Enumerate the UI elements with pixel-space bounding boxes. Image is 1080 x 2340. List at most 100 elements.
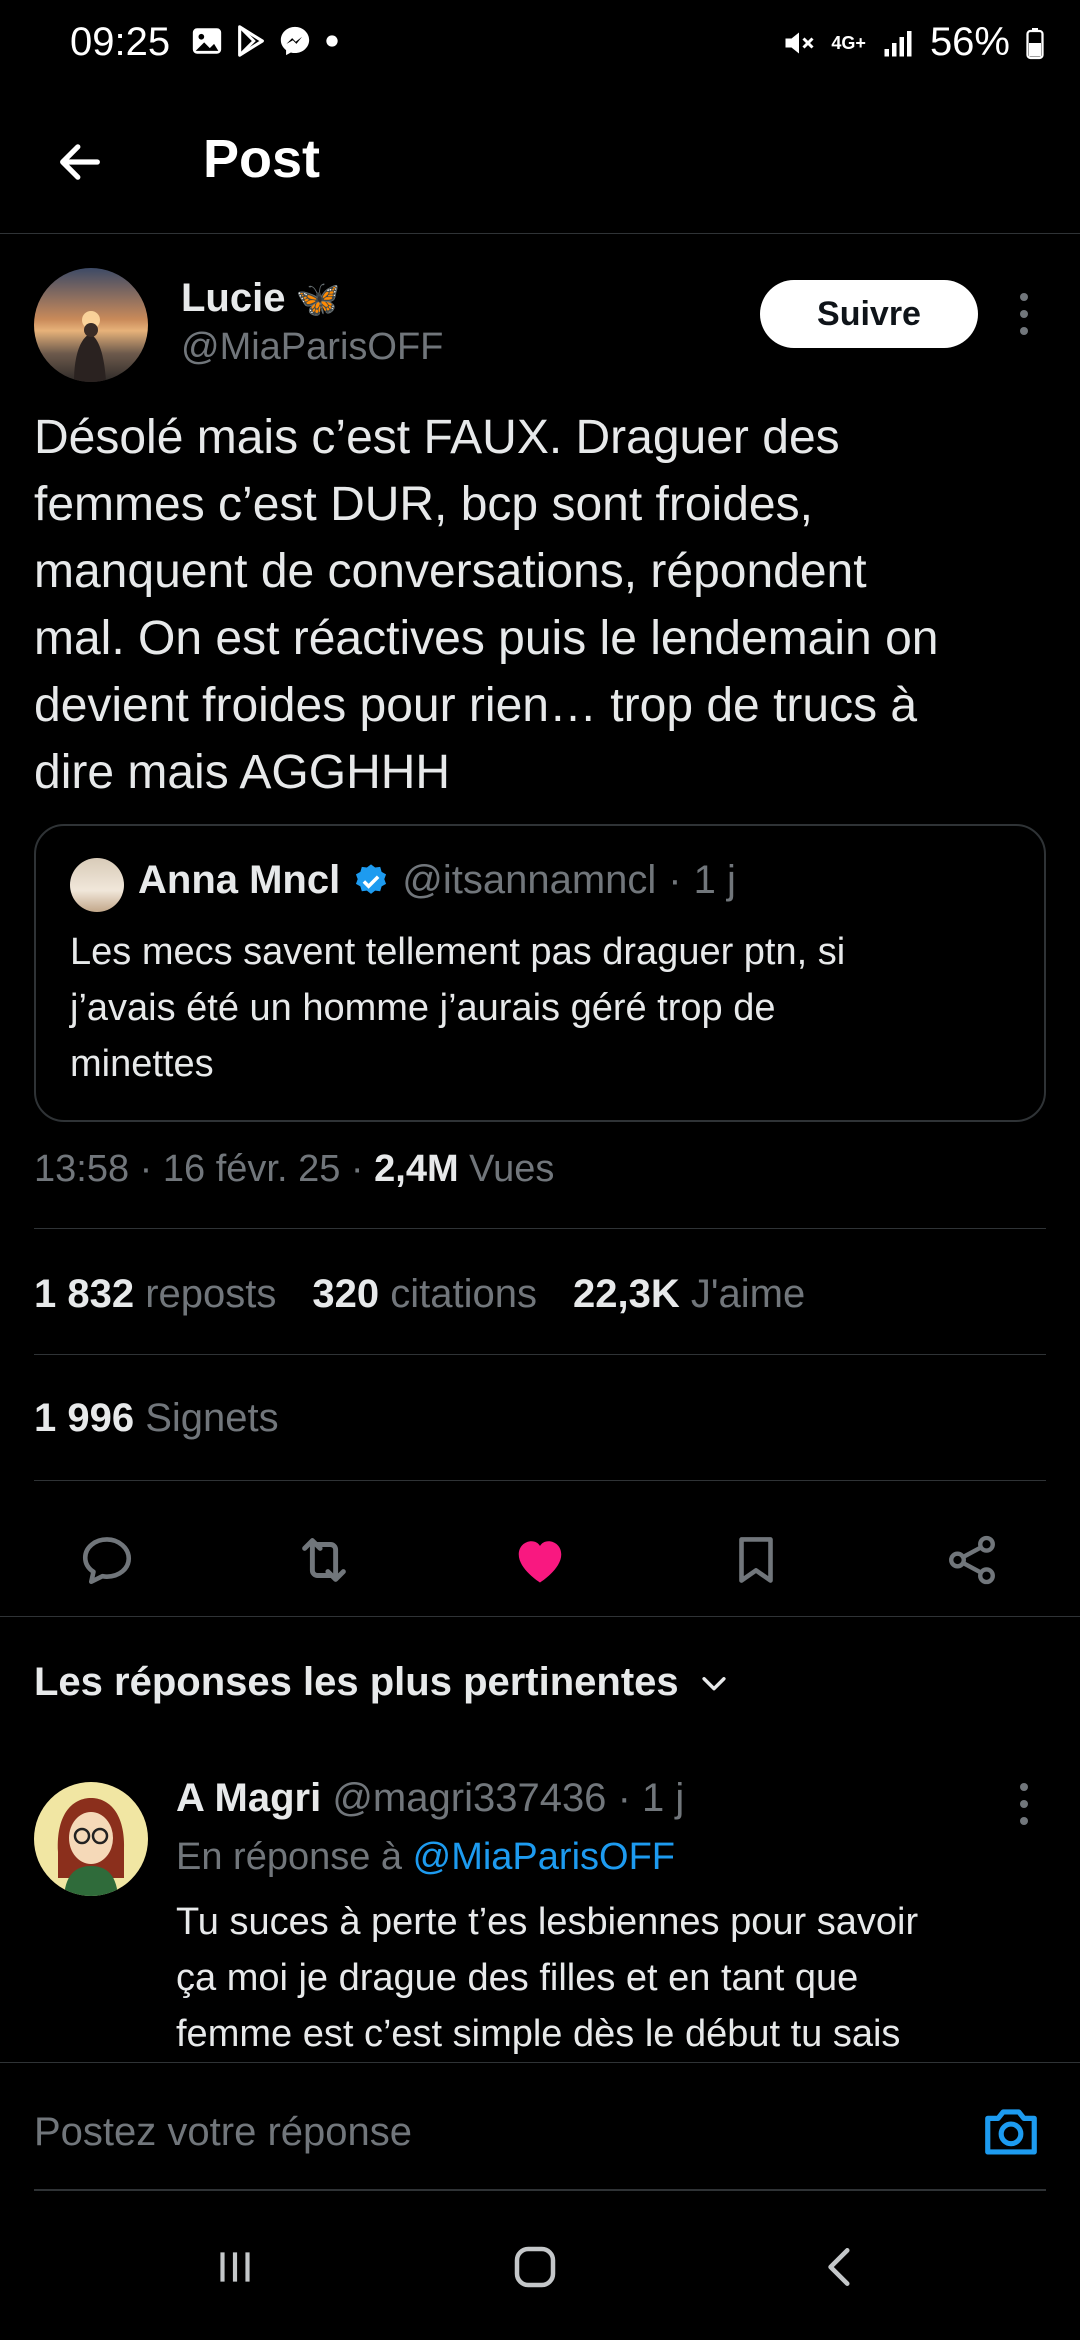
reposts-count: 1 832	[34, 1272, 135, 1316]
camera-icon	[985, 2109, 1037, 2155]
reply-header: A Magri @magri337436 · 1 j	[176, 1776, 684, 1821]
quoted-author-avatar[interactable]	[70, 858, 124, 912]
like-icon	[518, 1541, 562, 1583]
reposts-label: reposts	[145, 1272, 277, 1316]
reposts-stat[interactable]: 1 832 reposts	[34, 1272, 276, 1317]
status-bar: 09:25 4G+ 56%	[0, 0, 1080, 86]
separator: ·	[668, 858, 682, 902]
more-icon-dot	[1020, 1800, 1028, 1808]
post-text: Désolé mais c’est FAUX. Draguer des femm…	[34, 411, 939, 799]
reply-text: Tu suces à perte t’es lesbiennes pour sa…	[176, 1901, 919, 2055]
reply-to-label: En réponse à	[176, 1836, 403, 1878]
post-meta: 13:58 · 16 févr. 25 · 2,4M Vues	[34, 1148, 554, 1191]
battery-percent: 56%	[929, 20, 1010, 64]
quoted-post[interactable]: Anna Mncl @itsannamncl · 1 j Les mecs sa…	[34, 824, 1046, 1122]
repost-button[interactable]	[284, 1520, 364, 1600]
separator: ·	[350, 1148, 375, 1190]
bookmarks-count: 1 996	[34, 1396, 135, 1440]
quoted-author-name: Anna Mncl	[138, 858, 341, 902]
follow-button[interactable]: Suivre	[760, 280, 978, 348]
back-icon	[828, 2248, 850, 2286]
like-button[interactable]	[500, 1520, 580, 1600]
post-date: 16 févr. 25	[162, 1148, 341, 1190]
post-stats: 1 832 reposts 320 citations 22,3K J'aime	[34, 1272, 805, 1317]
play-store-icon	[238, 25, 264, 57]
reply-input[interactable]	[34, 2097, 934, 2167]
author-avatar[interactable]	[34, 268, 148, 382]
reply-button[interactable]	[67, 1520, 147, 1600]
home-button[interactable]	[490, 2234, 580, 2300]
likes-stat[interactable]: 22,3K J'aime	[573, 1272, 805, 1317]
quoted-post-text: Les mecs savent tellement pas draguer pt…	[70, 931, 846, 1085]
bookmark-button[interactable]	[716, 1520, 796, 1600]
verified-badge-icon	[356, 863, 387, 894]
page-title: Post	[203, 129, 321, 189]
quotes-stat[interactable]: 320 citations	[312, 1272, 537, 1317]
reply-context: En réponse à @MiaParisOFF	[176, 1836, 675, 1879]
recent-apps-button[interactable]	[190, 2234, 280, 2300]
quotes-count: 320	[312, 1272, 380, 1316]
views-count: 2,4M	[374, 1148, 459, 1190]
avatar-image	[57, 1798, 125, 1896]
more-icon-dot	[1020, 293, 1028, 301]
arrow-left-icon	[60, 144, 100, 180]
author-name[interactable]: Lucie 🦋	[181, 276, 340, 321]
reply-icon	[82, 1537, 132, 1585]
divider	[34, 1480, 1046, 1481]
reply-author-avatar[interactable]	[34, 1782, 148, 1896]
gallery-icon	[192, 28, 222, 54]
likes-count: 22,3K	[573, 1272, 680, 1316]
divider	[0, 1616, 1080, 1617]
more-icon-dot	[1020, 310, 1028, 318]
more-options-button[interactable]	[1000, 290, 1048, 338]
author-handle[interactable]: @MiaParisOFF	[181, 326, 443, 369]
more-icon-dot	[1020, 1817, 1028, 1825]
4g-plus-icon: 4G+	[831, 32, 866, 53]
quoted-author-handle: @itsannamncl	[402, 858, 657, 902]
action-bar	[0, 1500, 1080, 1620]
bookmarks-stat[interactable]: 1 996 Signets	[34, 1396, 279, 1441]
system-nav-bar	[0, 2192, 1080, 2340]
share-button[interactable]	[932, 1520, 1012, 1600]
replies-sort-selector[interactable]: Les réponses les plus pertinentes	[34, 1660, 731, 1705]
notification-icons	[190, 24, 342, 58]
top-bar: Post	[0, 86, 1080, 234]
reply-age: 1 j	[642, 1776, 685, 1820]
bookmarks-label: Signets	[145, 1396, 279, 1440]
butterfly-emoji: 🦋	[295, 277, 341, 319]
divider	[34, 1354, 1046, 1355]
author-name-text: Lucie	[181, 276, 286, 320]
post-time: 13:58	[34, 1148, 130, 1190]
bookmark-icon	[739, 1537, 773, 1583]
replies-sort-label: Les réponses les plus pertinentes	[34, 1660, 679, 1704]
separator: ·	[139, 1148, 163, 1190]
quotes-label: citations	[390, 1272, 538, 1316]
messenger-icon	[280, 26, 310, 56]
status-time: 09:25	[70, 20, 171, 64]
mute-icon	[785, 32, 814, 53]
home-icon	[514, 2246, 556, 2288]
reply-to-handle-link[interactable]: @MiaParisOFF	[413, 1836, 675, 1878]
reply-author-name[interactable]: A Magri	[176, 1776, 321, 1820]
reply-composer	[0, 2062, 1080, 2192]
back-button[interactable]	[40, 122, 120, 202]
camera-button[interactable]	[980, 2101, 1046, 2161]
signal-icon	[884, 30, 912, 56]
more-icon-dot	[1020, 1783, 1028, 1791]
quoted-post-header: Anna Mncl @itsannamncl · 1 j	[138, 858, 736, 903]
share-icon	[949, 1535, 995, 1585]
reply-more-options-button[interactable]	[1000, 1780, 1048, 1828]
chevron-down-icon	[702, 1676, 726, 1690]
dot-icon	[326, 35, 338, 47]
more-icon-dot	[1020, 327, 1028, 335]
battery-icon	[1026, 27, 1044, 59]
status-right: 4G+ 56%	[781, 20, 1046, 65]
divider	[34, 1228, 1046, 1229]
likes-label: J'aime	[690, 1272, 806, 1316]
repost-icon	[302, 1538, 346, 1582]
system-back-button[interactable]	[796, 2234, 886, 2300]
views-label: Vues	[469, 1148, 555, 1190]
reply-author-handle[interactable]: @magri337436	[332, 1776, 606, 1820]
separator: ·	[617, 1776, 631, 1820]
composer-underline	[34, 2189, 1046, 2191]
